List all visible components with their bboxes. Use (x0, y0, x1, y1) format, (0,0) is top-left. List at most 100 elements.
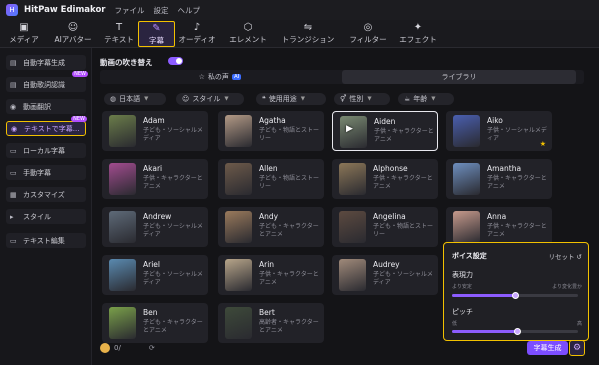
tab-library[interactable]: ライブラリ (342, 70, 576, 84)
sidebar-item-label: 手動字幕 (23, 168, 51, 177)
voice-card[interactable]: Bert 高齢者・キャラクターとアニメ (218, 303, 324, 343)
voice-card[interactable]: Andrew 子ども・ソーシャルメディア (102, 207, 208, 247)
chevron-down-icon: ▼ (367, 96, 372, 102)
menu-file[interactable]: ファイル (115, 5, 145, 16)
tab-element[interactable]: ⬡ エレメント (226, 21, 270, 47)
lyrics-icon: ▤ (10, 80, 17, 89)
sidebar-item-manual-subtitle[interactable]: ▭ 手動字幕 (6, 165, 86, 180)
tab-audio-label: オーディオ (178, 35, 216, 44)
voice-name: Ariel (143, 260, 160, 269)
voice-card[interactable]: Amantha 子供・キャラクターとアニメ (446, 159, 552, 199)
filter-language[interactable]: ◍ 日本語 ▼ (104, 93, 166, 105)
expressiveness-thumb[interactable] (511, 292, 519, 299)
voice-name: Arin (259, 260, 275, 269)
refresh-icon[interactable]: ⟳ (149, 344, 155, 352)
voice-name: Andy (259, 212, 279, 221)
voice-card[interactable]: Allen 子ども・物語とストーリー (218, 159, 324, 199)
voice-card[interactable]: Anna 子供・キャラクターとアニメ (446, 207, 552, 247)
voice-name: Angelina (373, 212, 406, 221)
voice-name: Alphonse (373, 164, 408, 173)
voice-card[interactable]: ▶ Aiden 子供・キャラクターとアニメ (332, 111, 438, 151)
expressiveness-max-label: より変化豊か (552, 284, 582, 290)
pitch-thumb[interactable] (514, 328, 522, 335)
new-badge: NEW (72, 71, 88, 77)
voice-description: 子ども・ソーシャルメディア (143, 223, 203, 238)
voice-name: Bert (259, 308, 275, 317)
filter-gender[interactable]: ⚥ 性別 ▼ (334, 93, 390, 105)
subtitle-icon: ✎ (152, 23, 161, 34)
tab-text-label: テキスト (104, 35, 134, 44)
voice-avatar (109, 163, 136, 195)
voice-replace-toggle[interactable] (168, 57, 183, 65)
gear-icon: ⚙ (572, 343, 582, 353)
tab-ai-avatar[interactable]: ☺ AIアバター (50, 21, 96, 47)
voice-replace-label: 動画の吹き替え (100, 58, 153, 67)
voice-description: 子ども・ソーシャルメディア (143, 127, 203, 142)
voice-card[interactable]: Ariel 子ども・ソーシャルメディア (102, 255, 208, 295)
pitch-fill (452, 330, 518, 333)
filter-usage[interactable]: ❝ 使用用途 ▼ (256, 93, 326, 105)
sidebar-item-text-edit[interactable]: ▭ テキスト編集 (6, 233, 86, 248)
voice-card[interactable]: Arin 子供・キャラクターとアニメ (218, 255, 324, 295)
filter-style[interactable]: ☺ スタイル ▼ (176, 93, 244, 105)
sidebar-item-text-to-subtitle[interactable]: ◉ テキストで字幕... NEW (6, 116, 87, 136)
voice-card[interactable]: Ben 子ども・キャラクターとアニメ (102, 303, 208, 343)
tab-effect[interactable]: ✦ エフェクト (396, 21, 440, 47)
generate-subtitle-button[interactable]: 字幕生成 (527, 341, 568, 355)
voice-card[interactable]: Aiko 子供・ソーシャルメディア ★ (446, 111, 552, 151)
voice-avatar (340, 116, 367, 148)
sidebar-item-video-translate[interactable]: ◉ 動画翻訳 (6, 99, 86, 114)
voice-card[interactable]: Akari 子供・キャラクターとアニメ (102, 159, 208, 199)
voice-description: 高齢者・キャラクターとアニメ (259, 319, 319, 334)
ai-badge: AI (231, 74, 242, 80)
expressiveness-fill (452, 294, 515, 297)
effect-icon: ✦ (413, 22, 423, 33)
voice-description: 子供・キャラクターとアニメ (373, 175, 433, 190)
voice-card[interactable]: Angelina 子ども・物語とストーリー (332, 207, 438, 247)
voice-description: 子ども・キャラクターとアニメ (143, 319, 203, 334)
tab-filter[interactable]: ◎ フィルター (346, 21, 390, 47)
ai-avatar-icon: ☺ (67, 22, 79, 33)
tab-audio[interactable]: ♪ オーディオ (176, 21, 218, 47)
sidebar-item-label: テキストで字幕... (24, 124, 80, 133)
voice-description: 子ども・キャラクターとアニメ (259, 223, 319, 238)
app-logo-icon: H (6, 4, 18, 16)
subtitle-icon: ▤ (10, 58, 17, 67)
new-badge: NEW (71, 116, 87, 122)
filter-age[interactable]: ☕ 年齢 ▼ (398, 93, 454, 105)
star-icon: ☆ (198, 73, 205, 81)
reset-button[interactable]: リセット ↺ (548, 251, 582, 261)
sidebar-item-style[interactable]: ▸ スタイル (6, 209, 86, 224)
voice-description: 子ども・物語とストーリー (259, 175, 320, 190)
tab-text[interactable]: T テキスト (102, 21, 136, 47)
voice-avatar (339, 163, 366, 195)
menu-help[interactable]: ヘルプ (178, 5, 201, 16)
tab-subtitle[interactable]: ✎ 字幕 (138, 21, 175, 47)
filter-label: 使用用途 (268, 95, 297, 103)
sidebar-item-local-subtitle[interactable]: ▭ ローカル字幕 (6, 143, 86, 158)
voice-name: Akari (143, 164, 163, 173)
expressiveness-min-label: より安定 (452, 284, 472, 290)
pitch-slider[interactable] (452, 328, 578, 335)
chevron-down-icon: ▼ (144, 96, 149, 102)
voice-card[interactable]: Audrey 子ども・ソーシャルメディア (332, 255, 438, 295)
voice-settings-gear-button[interactable]: ⚙ (569, 340, 585, 356)
menu-settings[interactable]: 設定 (154, 5, 169, 16)
voice-card[interactable]: Andy 子ども・キャラクターとアニメ (218, 207, 324, 247)
play-icon[interactable]: ▶ (346, 124, 353, 134)
chevron-down-icon: ▼ (431, 96, 436, 102)
voice-name: Aiden (374, 117, 396, 126)
tab-my-voice-label: 私の声 (207, 73, 229, 81)
tab-media[interactable]: ▣ メディア (4, 21, 44, 47)
expressiveness-slider[interactable] (452, 292, 578, 299)
voice-description: 子ども・ソーシャルメディア (143, 271, 203, 286)
reset-icon: ↺ (576, 253, 582, 261)
sidebar-item-auto-subtitle[interactable]: ▤ 自動字幕生成 (6, 55, 86, 70)
tab-my-voice[interactable]: ☆ 私の声 AI (190, 70, 250, 84)
sidebar-item-customize[interactable]: ▦ カスタマイズ (6, 187, 86, 202)
tab-transition[interactable]: ⇋ トランジション (278, 21, 338, 47)
voice-card[interactable]: Agatha 子ども・物語とストーリー (218, 111, 324, 151)
voice-card[interactable]: Alphonse 子供・キャラクターとアニメ (332, 159, 438, 199)
sidebar-item-lyrics[interactable]: ▤ 自動歌詞認識 NEW (6, 71, 88, 92)
voice-card[interactable]: Adam 子ども・ソーシャルメディア (102, 111, 208, 151)
